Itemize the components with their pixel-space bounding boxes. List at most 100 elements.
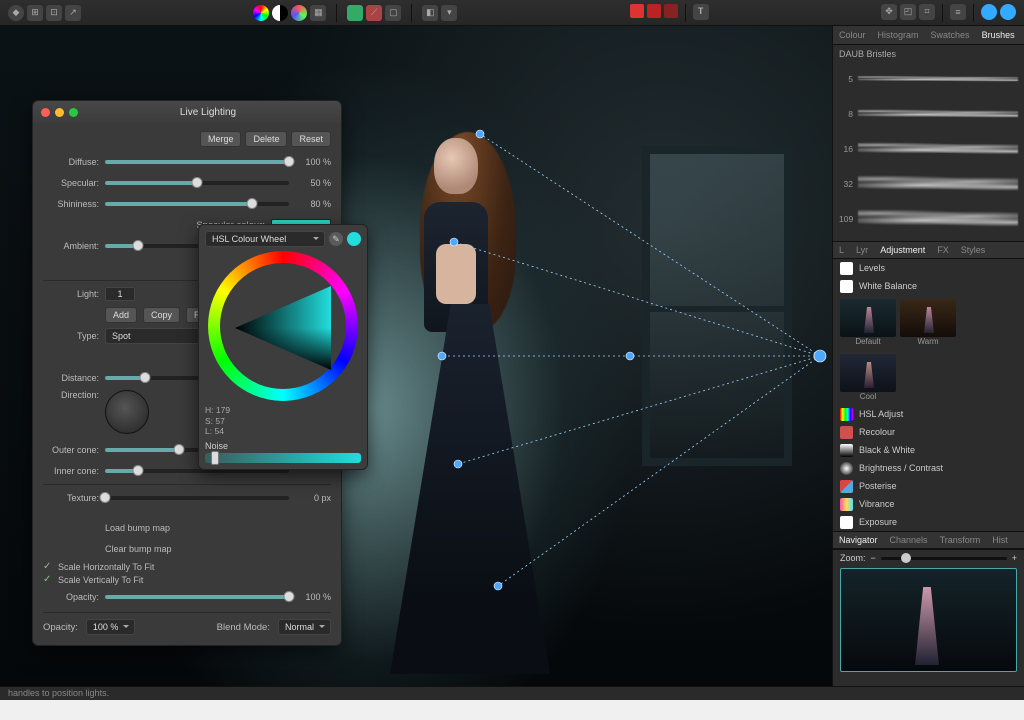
toolbar-mid: ▦ [253,5,326,21]
adjustment-recolour[interactable]: Recolour [833,423,1024,441]
texture-value: 0 px [295,493,331,503]
rect-tool-icon[interactable] [347,5,363,21]
align-icon[interactable]: ≡ [950,4,966,20]
line-tool-icon[interactable]: ⟋ [366,5,382,21]
light-number[interactable] [105,287,135,301]
tab-layers[interactable]: Lyr [850,242,874,258]
scale-v-checkbox[interactable]: Scale Vertically To Fit [43,574,331,585]
blend-mode-select[interactable]: Normal [278,619,331,635]
wb-preset-warm[interactable] [900,299,956,337]
navigator-thumb[interactable] [840,568,1017,672]
colour-wheel[interactable] [208,251,358,401]
tab-adjustment[interactable]: Adjustment [874,242,931,258]
add-button[interactable]: Add [105,307,137,323]
current-colour-swatch[interactable] [347,232,361,246]
picker-mode-select[interactable]: HSL Colour Wheel [205,231,325,247]
fill-color-icon[interactable]: ◧ [422,5,438,21]
adjustment-posterise[interactable]: Posterise [833,477,1024,495]
brush-item[interactable]: 32 [839,167,1018,201]
zoom-icon[interactable] [69,108,78,117]
swatch-red-icon[interactable] [630,4,644,18]
opacity-slider[interactable] [105,595,289,599]
opacity-value: 100 % [295,592,331,602]
canvas-area[interactable]: Live Lighting Merge Delete Reset Diffuse… [0,26,832,686]
brush-item[interactable]: 109 [839,202,1018,236]
tab-channels[interactable]: Channels [884,532,934,548]
close-icon[interactable] [41,108,50,117]
adjustment-vibrance[interactable]: Vibrance [833,495,1024,513]
navigator-panel: Zoom: − + [833,549,1024,675]
tab-transform[interactable]: Transform [934,532,987,548]
gradient-icon[interactable]: ▦ [310,5,326,21]
tab-swatches[interactable]: Swatches [925,26,976,44]
diffuse-slider[interactable] [105,160,289,164]
zoom-out-icon[interactable]: − [871,553,876,563]
tab-l[interactable]: L [833,242,850,258]
noise-slider[interactable] [205,453,361,463]
eyedropper-icon[interactable]: ✎ [329,232,343,246]
adjustment-brightness[interactable]: Brightness / Contrast [833,459,1024,477]
brush-category[interactable]: DAUB Bristles [839,49,1018,59]
window-controls[interactable] [41,108,78,117]
contrast-icon[interactable] [272,5,288,21]
zoom-slider[interactable] [881,557,1007,560]
direction-dial[interactable] [105,390,149,434]
footer-opacity-select[interactable]: 100 % [86,619,136,635]
colour-triangle[interactable] [235,286,331,370]
swatch-red3-icon[interactable] [664,4,678,18]
text-tool-icon[interactable]: 𝐓 [693,4,709,20]
adjustment-white-balance[interactable]: White Balance [833,277,1024,295]
texture-slider[interactable] [105,496,289,500]
merge-button[interactable]: Merge [200,131,242,147]
layer-tool-icon[interactable]: ▢ [385,5,401,21]
swatch-red2-icon[interactable] [647,4,661,18]
reset-button[interactable]: Reset [291,131,331,147]
move-icon[interactable]: ✥ [881,4,897,20]
tab-styles[interactable]: Styles [955,242,992,258]
studio-tabs-top: Colour Histogram Swatches Brushes [833,26,1024,45]
adjustment-levels[interactable]: Levels [833,259,1024,277]
status-text: handles to position lights. [8,688,109,698]
tab-navigator[interactable]: Navigator [833,532,884,548]
zoom-label: Zoom: [840,553,866,563]
tab-hist[interactable]: Hist [986,532,1014,548]
scale-h-checkbox[interactable]: Scale Horizontally To Fit [43,561,331,572]
wb-preset-cool[interactable] [840,354,896,392]
clear-bump-button[interactable]: Clear bump map [105,544,172,554]
wb-preset-default[interactable] [840,299,896,337]
delete-button[interactable]: Delete [245,131,287,147]
select-icon[interactable]: ◰ [900,4,916,20]
color-wheel-icon[interactable] [253,5,269,21]
minimize-icon[interactable] [55,108,64,117]
tab-colour[interactable]: Colour [833,26,872,44]
panel-titlebar[interactable]: Live Lighting [33,101,341,123]
view-mode-icon[interactable]: ▾ [441,5,457,21]
adjustment-hsl[interactable]: HSL Adjust [833,405,1024,423]
ambient-label: Ambient: [43,241,99,251]
view-a-icon[interactable]: ⊞ [27,5,43,21]
brush-item[interactable]: 8 [839,97,1018,131]
view-b-icon[interactable]: ⊡ [46,5,62,21]
adjustment-bw[interactable]: Black & White [833,441,1024,459]
tab-histogram[interactable]: Histogram [872,26,925,44]
cloud-icon[interactable] [981,4,997,20]
logo-icon[interactable]: ◆ [8,5,24,21]
toolbar-left: ◆ ⊞ ⊡ ↗ [8,5,81,21]
tab-fx[interactable]: FX [931,242,955,258]
crop-icon[interactable]: ⌗ [919,4,935,20]
colour-picker-popover[interactable]: HSL Colour Wheel ✎ H: 179 S: 57 L: 54 No… [198,224,368,470]
adjustment-exposure[interactable]: Exposure [833,513,1024,531]
specular-slider[interactable] [105,181,289,185]
load-bump-button[interactable]: Load bump map [105,523,170,533]
zoom-in-icon[interactable]: + [1012,553,1017,563]
status-bar: handles to position lights. [0,686,1024,700]
brush-item[interactable]: 5 [839,62,1018,96]
share-icon[interactable]: ↗ [65,5,81,21]
brush-item[interactable]: 16 [839,132,1018,166]
shininess-slider[interactable] [105,202,289,206]
texture-label: Texture: [43,493,99,503]
hue-icon[interactable] [291,5,307,21]
web-icon[interactable] [1000,4,1016,20]
tab-brushes[interactable]: Brushes [976,26,1021,44]
copy-button[interactable]: Copy [143,307,180,323]
